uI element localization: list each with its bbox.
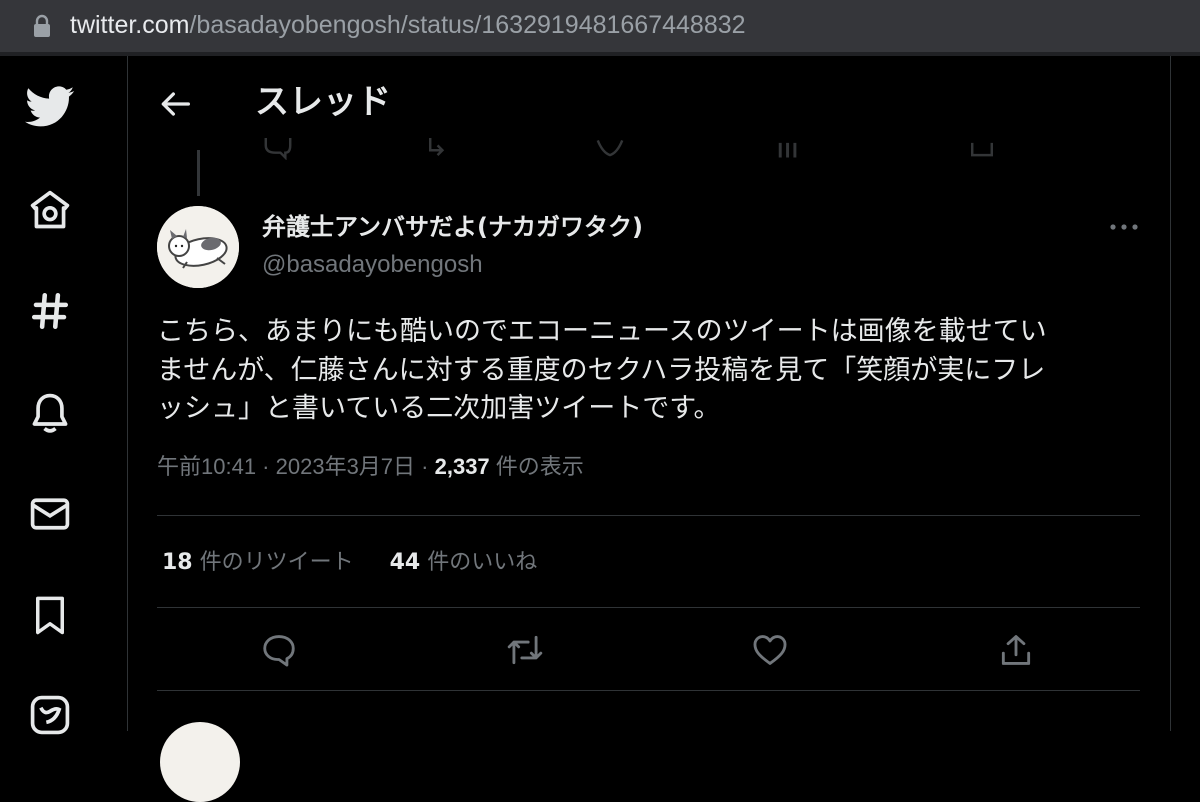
more-options-icon[interactable] <box>1108 214 1140 240</box>
tweet-timestamp-line: 午前10:41 · 2023年3月7日 · 2,337 件の表示 <box>157 450 584 484</box>
like-icon <box>596 139 624 157</box>
url-host: twitter.com <box>70 11 190 39</box>
likes-label: 件のいいね <box>420 550 538 575</box>
retweets-count: 18 <box>162 550 193 575</box>
page-title: スレッド <box>255 82 391 122</box>
share-icon <box>1001 635 1031 665</box>
views-count: 2,337 <box>434 454 490 479</box>
tweet-date[interactable]: 2023年3月7日 <box>276 454 415 479</box>
previous-tweet-actions <box>255 138 1015 166</box>
divider <box>157 690 1140 691</box>
home-icon[interactable] <box>23 183 77 237</box>
author-display-name[interactable]: 弁護士アンバサだよ(ナカガワタク) <box>262 210 643 244</box>
reply-icon <box>264 138 292 160</box>
retweet-button[interactable] <box>505 630 545 670</box>
toolbar-separator <box>0 52 1200 56</box>
sidebar-divider <box>127 56 128 731</box>
retweets-label: 件のリツイート <box>192 550 354 575</box>
tweet-stats: 18 件のリツイート 44 件のいいね <box>162 546 537 580</box>
reply-avatar[interactable] <box>160 722 240 802</box>
messages-envelope-icon[interactable] <box>23 487 77 541</box>
likes-count: 44 <box>389 550 421 575</box>
retweets-stat[interactable]: 18 件のリツイート <box>162 546 354 580</box>
reply-icon <box>263 635 295 667</box>
author-handle[interactable]: @basadayobengosh <box>262 248 483 282</box>
like-button[interactable] <box>750 630 790 670</box>
twitter-blue-icon[interactable] <box>23 688 77 742</box>
explore-hash-icon[interactable] <box>23 284 77 338</box>
twitter-logo-icon[interactable] <box>23 80 77 134</box>
tweet-time[interactable]: 午前10:41 <box>157 454 256 479</box>
bookmarks-icon[interactable] <box>23 588 77 642</box>
tweet-text: こちら、あまりにも酷いのでエコーニュースのツイートは画像を載せてい ませんが、仁… <box>157 316 1047 424</box>
left-sidebar <box>0 56 128 735</box>
url-path: /basadayobengosh/status/1632919481667448… <box>189 11 746 39</box>
divider <box>157 607 1140 608</box>
reply-button[interactable] <box>259 630 299 670</box>
lock-icon <box>34 14 50 37</box>
content-divider <box>1170 56 1171 731</box>
meta-separator: · <box>256 454 276 479</box>
back-arrow-icon[interactable] <box>155 84 195 124</box>
heart-icon <box>753 635 787 665</box>
retweet-icon <box>507 635 543 665</box>
address-url[interactable]: twitter.com/basadayobengosh/status/16329… <box>70 9 746 41</box>
meta-separator: · <box>415 454 435 479</box>
notifications-bell-icon[interactable] <box>23 386 77 440</box>
share-button[interactable] <box>996 630 1036 670</box>
thread-connector <box>197 150 200 196</box>
avatar[interactable] <box>157 206 239 288</box>
share-icon <box>971 142 993 157</box>
retweet-icon <box>429 138 445 156</box>
views-label: 件の表示 <box>489 454 584 479</box>
likes-stat[interactable]: 44 件のいいね <box>390 546 538 580</box>
browser-address-bar[interactable]: twitter.com/basadayobengosh/status/16329… <box>0 0 1200 52</box>
views-icon <box>778 142 797 158</box>
divider <box>157 515 1140 516</box>
